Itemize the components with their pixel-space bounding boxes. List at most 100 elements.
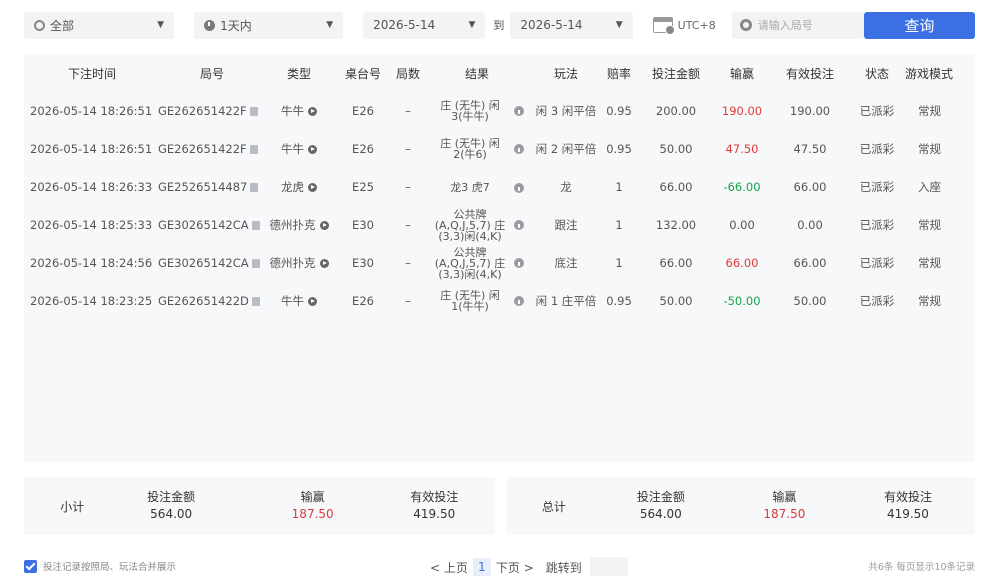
game-type: 牛牛 (281, 142, 304, 156)
total-winloss: 输赢 187.50 (728, 489, 841, 523)
chevron-down-icon: ▼ (326, 19, 334, 30)
game-type-cell: 德州扑克 (266, 217, 332, 233)
copy-icon[interactable] (250, 183, 259, 192)
filter-bar: 全部 ▼ 1天内 ▼ 2026-5-14 ▼ 到 2026-5-14 ▼ UTC… (24, 11, 976, 39)
odds: 0.95 (606, 142, 632, 156)
table-row: 2026-05-14 18:26:51 GE262651422F 牛牛 E26 – 庄 (… (24, 92, 975, 130)
header-bet: 投注金额 (651, 66, 700, 81)
info-icon[interactable] (514, 144, 524, 154)
table-header: 下注时间 局号 类型 桌台号 局数 结果 玩法 赔率 投注金额 输赢 有效投注 … (24, 54, 975, 92)
jump-page-input[interactable] (589, 557, 628, 576)
date-range-separator: 到 (493, 19, 505, 32)
game-type: 德州扑克 (269, 218, 316, 232)
table-row: 2026-05-14 18:26:33 GE2526514487 龙虎 E25 – 龙3 … (24, 168, 975, 206)
current-page[interactable]: 1 (472, 558, 491, 576)
round-count: – (405, 180, 411, 194)
total-bet-label: 投注金额 (636, 490, 685, 504)
info-icon[interactable] (514, 106, 524, 116)
game-type-cell: 牛牛 (266, 293, 332, 309)
bet-time: 2026-05-14 18:24:56 (30, 256, 153, 270)
play-type: 龙 (560, 180, 572, 194)
subtotal-winloss: 输赢 187.50 (252, 489, 374, 523)
copy-icon[interactable] (251, 297, 260, 306)
status: 已派彩 (859, 256, 895, 270)
round-search-box[interactable] (731, 11, 864, 39)
header-table-no: 桌台号 (344, 66, 381, 81)
start-date-select[interactable]: 2026-5-14 ▼ (363, 11, 486, 39)
winloss-amount: -50.00 (723, 294, 761, 308)
play-video-icon[interactable] (319, 259, 329, 268)
play-type: 闲 2 闲平倍 (535, 142, 597, 156)
category-select[interactable]: 全部 ▼ (24, 11, 175, 39)
round-id-cell: GE262651422F (154, 142, 266, 156)
result-text: 公共牌 (A,Q,J,5,7) 庄(3,3)闲(4,K) (434, 208, 506, 242)
time-range-value: 1天内 (220, 18, 252, 33)
total-valid-value: 419.50 (886, 507, 929, 521)
header-odds: 赔率 (606, 66, 631, 81)
table-body: 2026-05-14 18:26:51 GE262651422F 牛牛 E26 – 庄 (… (24, 92, 975, 320)
subtotal-panel: 小计 投注金额 564.00 输赢 187.50 有效投注 419.50 (24, 477, 495, 535)
game-mode: 常规 (918, 142, 941, 156)
total-bet: 投注金额 564.00 (594, 489, 728, 523)
header-mode: 游戏模式 (904, 66, 953, 81)
header-play: 玩法 (553, 66, 578, 81)
round-count: – (405, 142, 411, 156)
info-icon[interactable] (514, 296, 524, 306)
winloss-amount: 0.00 (729, 218, 755, 232)
end-date-select[interactable]: 2026-5-14 ▼ (510, 11, 633, 39)
table-no: E30 (352, 218, 374, 232)
total-panel: 总计 投注金额 564.00 输赢 187.50 有效投注 419.50 (506, 477, 975, 535)
bet-amount: 200.00 (655, 104, 697, 118)
play-video-icon[interactable] (308, 107, 317, 116)
copy-icon[interactable] (251, 259, 260, 268)
play-video-icon[interactable] (319, 221, 329, 230)
round-id: GE262651422F (158, 142, 247, 156)
timezone-selector[interactable]: UTC+8 (652, 17, 716, 35)
bet-time: 2026-05-14 18:26:51 (30, 104, 153, 118)
next-page-button[interactable]: 下页 > (496, 559, 534, 576)
start-date-value: 2026-5-14 (373, 18, 436, 32)
info-icon[interactable] (514, 182, 524, 193)
prev-page-button[interactable]: < 上页 (430, 559, 468, 576)
round-id: GE262651422F (158, 104, 247, 118)
time-range-select[interactable]: 1天内 ▼ (194, 11, 344, 39)
chevron-down-icon: ▼ (157, 19, 165, 30)
header-rounds: 局数 (395, 66, 420, 81)
info-icon[interactable] (514, 220, 524, 230)
jump-to-label: 跳转到 (545, 560, 582, 575)
round-count: – (405, 218, 411, 232)
game-type-cell: 龙虎 (266, 179, 332, 195)
table-row: 2026-05-14 18:25:33 GE30265142CA 德州扑克 E30 – 公… (24, 206, 975, 244)
copy-icon[interactable] (251, 221, 260, 230)
play-video-icon[interactable] (308, 183, 317, 192)
copy-icon[interactable] (249, 145, 258, 154)
game-mode: 入座 (918, 180, 941, 194)
status: 已派彩 (859, 180, 895, 194)
header-round: 局号 (199, 66, 224, 81)
chevron-down-icon: ▼ (615, 19, 623, 30)
play-video-icon[interactable] (308, 145, 317, 154)
table-no: E26 (352, 104, 374, 118)
table-no: E26 (352, 142, 374, 156)
play-video-icon[interactable] (308, 297, 317, 306)
info-icon[interactable] (514, 258, 524, 268)
total-valid: 有效投注 419.50 (841, 489, 975, 523)
query-button[interactable]: 查询 (863, 11, 976, 39)
round-id-cell: GE30265142CA (154, 256, 266, 270)
round-search-input[interactable] (757, 18, 853, 32)
subtotal-winloss-label: 输赢 (300, 490, 325, 504)
result-text: 庄 (无牛) 闲1(牛牛) (440, 290, 500, 312)
result-cell: 庄 (无牛) 闲2(牛6) (422, 138, 532, 160)
pagination: < 上页 1 下页 > 跳转到 (430, 557, 628, 576)
copy-icon[interactable] (249, 107, 258, 116)
valid-bet: 47.50 (793, 142, 827, 156)
category-icon (34, 19, 45, 31)
status: 已派彩 (859, 104, 895, 118)
subtotal-valid-label: 有效投注 (410, 490, 459, 504)
result-cell: 庄 (无牛) 闲1(牛牛) (422, 290, 532, 312)
table-no: E25 (352, 180, 374, 194)
result-text: 庄 (无牛) 闲2(牛6) (440, 138, 500, 160)
merge-checkbox[interactable] (24, 559, 37, 573)
calendar-icon (652, 17, 675, 35)
table-no: E30 (352, 256, 374, 270)
